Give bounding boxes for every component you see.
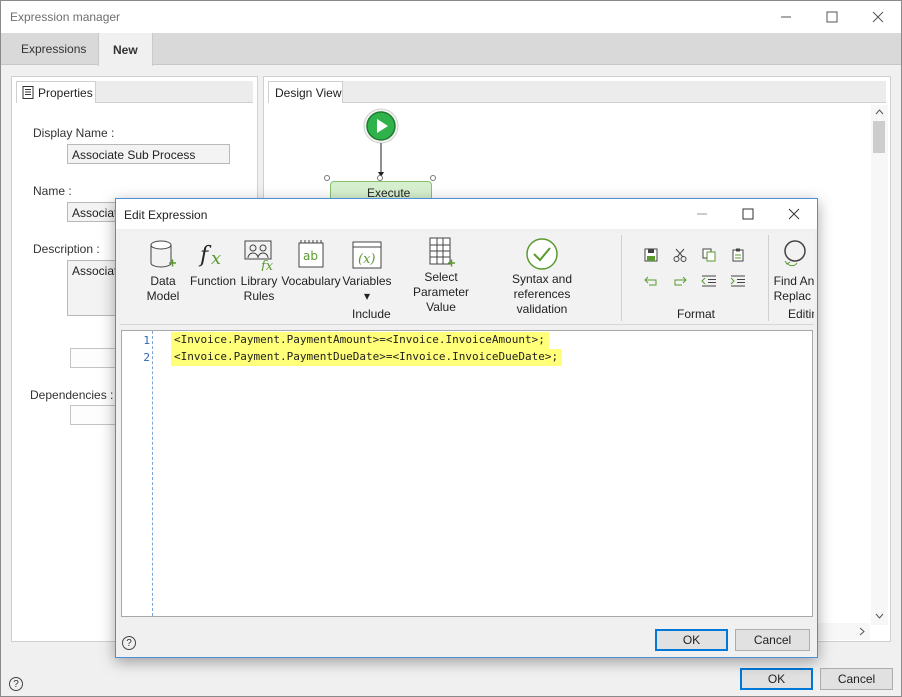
name-label: Name : xyxy=(33,184,72,198)
vertical-scroll-thumb[interactable] xyxy=(873,121,885,153)
group-separator xyxy=(621,235,622,321)
format-group-label: Format xyxy=(677,307,716,321)
selection-handle[interactable] xyxy=(324,175,330,181)
include-group-label: Include xyxy=(352,307,391,321)
find-and-replace-button[interactable]: Find An Replac xyxy=(772,237,814,309)
library-rules-icon: fx xyxy=(244,240,274,271)
svg-text:x: x xyxy=(211,248,221,269)
selection-handle[interactable] xyxy=(377,175,383,181)
select-parameter-icon xyxy=(429,237,455,267)
scroll-right-icon[interactable] xyxy=(858,627,866,636)
variables-label: Variables ▾ xyxy=(342,274,392,303)
close-icon xyxy=(788,208,800,220)
group-separator xyxy=(768,235,769,321)
validation-check-icon xyxy=(526,238,558,270)
cancel-button[interactable]: Cancel xyxy=(820,668,893,690)
undo-icon[interactable] xyxy=(640,271,662,291)
properties-sheet-icon xyxy=(22,86,34,99)
cut-icon[interactable] xyxy=(669,245,691,265)
display-name-label: Display Name : xyxy=(33,126,115,140)
syntax-validation-button[interactable]: Syntax and references validation xyxy=(486,237,598,316)
description-label: Description : xyxy=(33,242,100,256)
title-bar: Expression manager xyxy=(1,1,901,33)
scroll-down-icon[interactable] xyxy=(875,612,884,620)
library-rules-label: Library Rules xyxy=(240,274,278,303)
indent-icon[interactable] xyxy=(727,271,749,291)
select-parameter-value-label: Select Parameter Value xyxy=(412,270,470,314)
dialog-help-icon[interactable]: ? xyxy=(122,636,136,650)
tab-new[interactable]: New xyxy=(98,33,153,66)
outdent-icon[interactable] xyxy=(698,271,720,291)
ribbon: Data Model f x Function fx Library Rules… xyxy=(120,233,814,325)
tab-expressions[interactable]: Expressions xyxy=(7,33,100,65)
line-number: 1 xyxy=(143,334,150,347)
find-replace-icon xyxy=(784,240,806,267)
data-model-button[interactable]: Data Model xyxy=(142,237,184,309)
properties-tabstrip: Properties xyxy=(16,81,253,103)
variables-button[interactable]: (x) Variables ▾ xyxy=(342,237,392,309)
minimize-button[interactable] xyxy=(763,1,809,33)
svg-text:(x): (x) xyxy=(358,252,375,267)
display-name-field[interactable]: Associate Sub Process xyxy=(67,144,230,164)
vocabulary-label: Vocabulary xyxy=(281,274,341,288)
copy-icon[interactable] xyxy=(698,245,720,265)
window-title: Expression manager xyxy=(10,10,121,24)
vertical-scrollbar[interactable] xyxy=(871,105,888,625)
dialog-ok-button[interactable]: OK xyxy=(655,629,728,651)
function-icon: f x xyxy=(198,243,221,269)
function-button[interactable]: f x Function xyxy=(188,237,238,309)
help-icon[interactable]: ? xyxy=(9,677,23,691)
variables-icon: (x) xyxy=(352,241,382,269)
selection-handle[interactable] xyxy=(430,175,436,181)
main-tabs: Expressions New xyxy=(1,33,901,66)
tab-properties[interactable]: Properties xyxy=(16,81,96,103)
scroll-up-icon[interactable] xyxy=(875,108,884,116)
editing-group-label: Editin xyxy=(788,307,814,321)
vocabulary-icon: ab xyxy=(298,240,324,268)
dialog-minimize-button[interactable] xyxy=(679,199,725,229)
code-line[interactable]: <Invoice.Payment.PaymentDueDate>=<Invoic… xyxy=(171,349,563,366)
dialog-cancel-button[interactable]: Cancel xyxy=(735,629,810,651)
ok-button[interactable]: OK xyxy=(740,668,813,690)
maximize-icon xyxy=(742,208,754,220)
database-icon xyxy=(150,240,176,268)
dependencies-label: Dependencies : xyxy=(30,388,114,402)
syntax-validation-label: Syntax and references validation xyxy=(511,272,573,316)
select-parameter-value-button[interactable]: Select Parameter Value xyxy=(398,237,484,314)
tab-design-view[interactable]: Design View xyxy=(268,81,343,103)
minimize-icon xyxy=(697,213,707,215)
paste-icon[interactable] xyxy=(727,245,749,265)
dialog-close-button[interactable] xyxy=(771,199,817,229)
properties-tab-label: Properties xyxy=(38,85,93,100)
expression-editor[interactable]: 1 2 <Invoice.Payment.PaymentAmount>=<Inv… xyxy=(121,330,813,617)
dialog-title-bar: Edit Expression xyxy=(116,199,817,229)
minimize-icon xyxy=(781,16,791,18)
maximize-button[interactable] xyxy=(809,1,855,33)
vocabulary-button[interactable]: ab Vocabulary xyxy=(281,237,341,309)
dialog-maximize-button[interactable] xyxy=(725,199,771,229)
data-model-label: Data Model xyxy=(146,274,180,303)
svg-text:fx: fx xyxy=(260,259,274,271)
dialog-title: Edit Expression xyxy=(124,208,208,222)
close-icon xyxy=(872,11,884,23)
svg-text:f: f xyxy=(198,243,212,268)
line-number-gutter: 1 2 xyxy=(122,331,153,616)
find-and-replace-label: Find An Replac xyxy=(773,274,814,303)
maximize-icon xyxy=(826,11,838,23)
code-line[interactable]: <Invoice.Payment.PaymentAmount>=<Invoice… xyxy=(171,332,549,349)
redo-icon[interactable] xyxy=(669,271,691,291)
svg-text:ab: ab xyxy=(303,249,318,263)
save-icon[interactable] xyxy=(640,245,662,265)
edit-expression-dialog: Edit Expression Data Model f x Function … xyxy=(115,198,818,658)
function-label: Function xyxy=(189,274,237,288)
design-tabstrip: Design View xyxy=(268,81,886,103)
library-rules-button[interactable]: fx Library Rules xyxy=(238,237,280,309)
line-number: 2 xyxy=(143,351,150,364)
close-button[interactable] xyxy=(855,1,901,33)
